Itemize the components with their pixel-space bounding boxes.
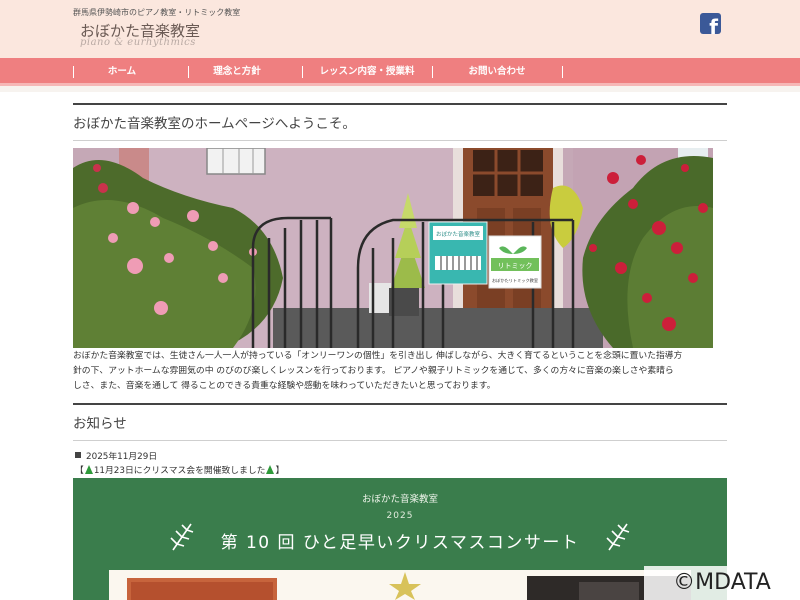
banner-photo-strip	[109, 570, 691, 600]
news-title-text[interactable]: 11月23日にクリスマス会を開催致しました	[94, 466, 266, 476]
intro-line: しさ、また、音楽を通して 得ることのできる貴重な経験や感動を味わっていただきたい…	[73, 381, 496, 391]
news-rule-top	[73, 403, 727, 405]
banner-photos	[127, 572, 691, 600]
nav-item-lessons[interactable]: レッスン内容・授業料	[303, 58, 431, 86]
school-entrance-photo: おぼかた音楽教室 リトミック おぼかたリトミック教室	[73, 148, 713, 348]
nav-item-contact[interactable]: お問い合わせ	[433, 58, 561, 86]
global-nav: ホーム 理念と方針 レッスン内容・授業料 お問い合わせ	[0, 58, 800, 86]
site-logo-subtitle: piano & eurhythmics	[80, 37, 196, 48]
intro-paragraph: おぼかた音楽教室では、生徒さん一人一人が持っている「オンリーワンの個性」を引き出…	[73, 349, 727, 394]
news-item-title[interactable]: 【 11月23日にクリスマス会を開催致しました】	[75, 463, 284, 476]
sign-rhythmic: リトミック	[498, 262, 533, 270]
nav-shadow-band	[0, 86, 800, 92]
nav-item-philosophy[interactable]: 理念と方針	[189, 58, 285, 86]
site-header: 群馬県伊勢崎市のピアノ教室・リトミック教室 おぼかた音楽教室 piano & e…	[0, 0, 800, 58]
facebook-icon[interactable]: f	[700, 13, 721, 34]
intro-line: 針の下、アットホームな雰囲気の中 のびのび楽しくレッスンを行っております。 ピア…	[73, 366, 674, 376]
news-heading: お知らせ	[73, 416, 127, 432]
welcome-heading: おぼかた音楽教室のホームページへようこそ。	[73, 116, 356, 132]
news-date-text: 2025年11月29日	[86, 452, 158, 462]
heading-rule-bottom	[73, 140, 727, 141]
site-tagline: 群馬県伊勢崎市のピアノ教室・リトミック教室	[73, 8, 241, 17]
sign-rhythmic-sub: おぼかたリトミック教室	[492, 277, 538, 284]
banner-organizer: おぼかた音楽教室	[361, 494, 438, 505]
copyright-watermark: ©MDATA	[644, 566, 800, 600]
intro-line: おぼかた音楽教室では、生徒さん一人一人が持っている「オンリーワンの個性」を引き出…	[73, 351, 683, 361]
sign-school-name: おぼかた音楽教室	[436, 230, 481, 238]
holly-leaf-icon	[606, 523, 630, 551]
christmas-concert-banner: おぼかた音楽教室 2025 第 10 回 ひと足早いクリスマスコンサート	[73, 478, 727, 600]
bullet-square-icon	[75, 452, 81, 458]
holly-leaf-icon	[170, 523, 194, 551]
christmas-tree-icon	[266, 465, 275, 474]
news-date: 2025年11月29日	[75, 449, 157, 462]
nav-item-home[interactable]: ホーム	[74, 58, 170, 86]
news-rule-bottom	[73, 440, 727, 441]
entrance-illustration: おぼかた音楽教室 リトミック おぼかたリトミック教室	[73, 148, 713, 348]
bracket-close: 】	[275, 466, 285, 476]
heading-rule-top	[73, 103, 727, 105]
bracket-open: 【	[75, 466, 84, 476]
christmas-tree-icon	[84, 465, 93, 474]
nav-separator	[562, 66, 563, 78]
